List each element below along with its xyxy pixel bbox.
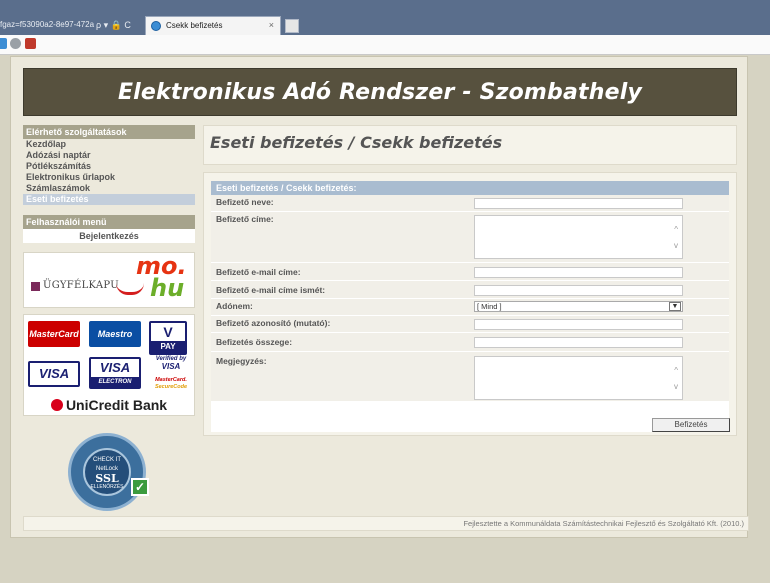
mohu-logo: mo. hu xyxy=(136,254,187,302)
submit-payment-button[interactable]: Befizetés xyxy=(652,418,730,432)
visa-electron-logo: VISA ELECTRON xyxy=(89,357,141,389)
verified-visa-text: VISA xyxy=(161,362,181,371)
login-link[interactable]: Bejelentkezés xyxy=(23,229,195,243)
form-heading: Eseti befizetés / Csekk befizetés: xyxy=(211,181,729,195)
vpay-logo: V PAY xyxy=(149,321,187,355)
services-heading: Elérhető szolgáltatások xyxy=(23,125,195,139)
row-payer-email: Befizető e-mail címe: xyxy=(211,263,729,281)
payer-name-label: Befizető neve: xyxy=(216,197,274,207)
ssl-text: SSL xyxy=(95,472,119,485)
note-label: Megjegyzés: xyxy=(216,356,267,366)
row-payer-name: Befizető neve: xyxy=(211,195,729,212)
chevron-up-icon[interactable]: ^ xyxy=(674,226,678,234)
checkmark-icon: ✓ xyxy=(131,478,149,496)
vpay-pay: PAY xyxy=(151,341,185,353)
tax-type-select[interactable]: [ Mind ] ▼ xyxy=(474,301,683,312)
chevron-up-icon[interactable]: ^ xyxy=(674,367,678,375)
payer-address-label: Befizető címe: xyxy=(216,214,274,224)
address-bar-icons[interactable]: ρ ▾ 🔒 C xyxy=(96,17,131,33)
securecode-mc-text: MasterCard. xyxy=(155,377,187,383)
visa-electron-text: ELECTRON xyxy=(91,377,139,387)
chevron-down-icon[interactable]: v xyxy=(674,242,678,250)
home-icon[interactable] xyxy=(0,38,7,49)
chevron-down-icon[interactable]: ▼ xyxy=(669,302,681,311)
tab-title: Csekk befizetés xyxy=(166,21,223,30)
mastercard-logo: MasterCard xyxy=(28,321,80,347)
ssl-check-it: CHECK IT xyxy=(92,457,121,463)
close-icon[interactable]: × xyxy=(269,17,274,34)
row-payer-email-repeat: Befizető e-mail címe ismét: xyxy=(211,281,729,299)
ssl-ellenorzes: ELLENŐRZÉS xyxy=(90,484,124,490)
payer-id-label: Befizető azonosító (mutató): xyxy=(216,318,331,328)
footer: Fejlesztette a Kommunáldata Számítástech… xyxy=(23,516,749,531)
netlock-ssl-badge[interactable]: CHECK IT NetLock SSL ELLENŐRZÉS ✓ xyxy=(68,433,149,511)
chevron-down-icon[interactable]: v xyxy=(674,383,678,391)
ugyfelkapu-icon xyxy=(31,282,40,291)
payment-logos: MasterCard Maestro V PAY VISA VISA ELECT… xyxy=(23,314,195,416)
visa-electron-visa: VISA xyxy=(99,360,131,375)
sidebar-item-home[interactable]: Kezdőlap xyxy=(23,139,195,150)
page-title: Eseti befizetés / Csekk befizetés xyxy=(210,133,503,152)
row-payer-id: Befizető azonosító (mutató): xyxy=(211,316,729,333)
payer-email-repeat-label: Befizető e-mail címe ismét: xyxy=(216,285,326,295)
user-menu-heading: Felhasználói menü xyxy=(23,215,195,229)
note-textarea[interactable]: ^ v xyxy=(474,356,683,400)
browser-tab[interactable]: Csekk befizetés × xyxy=(145,16,281,35)
tax-type-selected: [ Mind ] xyxy=(477,302,502,311)
mastercard-securecode-logo: MasterCard. SecureCode xyxy=(152,377,190,393)
mohu-bottom: hu xyxy=(150,274,185,302)
payer-id-input[interactable] xyxy=(474,319,683,330)
row-note: Megjegyzés: ^ v xyxy=(211,352,729,402)
row-tax-type: Adónem: [ Mind ] ▼ xyxy=(211,299,729,316)
addon-icon[interactable] xyxy=(25,38,36,49)
payment-form-container: Eseti befizetés / Csekk befizetés: Befiz… xyxy=(203,172,737,436)
main-title-box: Eseti befizetés / Csekk befizetés xyxy=(203,125,737,165)
sidebar-item-account-numbers[interactable]: Számlaszámok xyxy=(23,183,195,194)
sidebar-item-surcharge-calc[interactable]: Pótlékszámítás xyxy=(23,161,195,172)
payer-email-repeat-input[interactable] xyxy=(474,285,683,296)
sidebar-item-tax-calendar[interactable]: Adózási naptár xyxy=(23,150,195,161)
sidebar-item-one-off-payment[interactable]: Eseti befizetés xyxy=(23,194,195,205)
row-payer-address: Befizető címe: ^ v xyxy=(211,212,729,263)
payer-email-label: Befizető e-mail címe: xyxy=(216,267,301,277)
row-amount: Befizetés összege: xyxy=(211,333,729,352)
unicredit-text: UniCredit Bank xyxy=(65,397,168,413)
site-banner: Elektronikus Adó Rendszer - Szombathely xyxy=(23,68,737,116)
ssl-seal: CHECK IT NetLock SSL ELLENŐRZÉS xyxy=(83,448,131,496)
sidebar: Elérhető szolgáltatások Kezdőlap Adózási… xyxy=(23,125,195,416)
browser-toolbar xyxy=(0,35,770,55)
gear-icon[interactable] xyxy=(10,38,21,49)
tax-type-label: Adónem: xyxy=(216,301,253,311)
ie-icon xyxy=(151,21,161,31)
maestro-logo: Maestro xyxy=(89,321,141,347)
payment-form: Eseti befizetés / Csekk befizetés: Befiz… xyxy=(211,181,730,432)
site-title: Elektronikus Adó Rendszer - Szombathely xyxy=(117,80,643,105)
visa-logo: VISA xyxy=(28,361,80,387)
verified-by-visa-logo: Verified by VISA xyxy=(152,355,190,373)
vpay-v: V xyxy=(163,324,173,340)
securecode-text: SecureCode xyxy=(154,384,188,390)
page-container: Elektronikus Adó Rendszer - Szombathely … xyxy=(10,56,749,538)
payer-email-input[interactable] xyxy=(474,267,683,278)
new-tab-button[interactable] xyxy=(285,19,299,33)
unicredit-icon xyxy=(50,399,63,411)
amount-input[interactable] xyxy=(474,337,683,348)
ugyfelkapu-text: ÜGYFÉLKAPU xyxy=(43,280,119,291)
ugyfelkapu-logo[interactable]: ÜGYFÉLKAPU mo. hu xyxy=(23,252,195,308)
sidebar-item-e-forms[interactable]: Elektronikus űrlapok xyxy=(23,172,195,183)
payer-address-textarea[interactable]: ^ v xyxy=(474,215,683,259)
unicredit-logo: UniCredit Bank xyxy=(24,397,194,413)
payer-name-input[interactable] xyxy=(474,198,683,209)
amount-label: Befizetés összege: xyxy=(216,337,293,347)
browser-tab-bar: fgaz=f53090a2-8e97-472a ρ ▾ 🔒 C Csekk be… xyxy=(0,0,770,35)
